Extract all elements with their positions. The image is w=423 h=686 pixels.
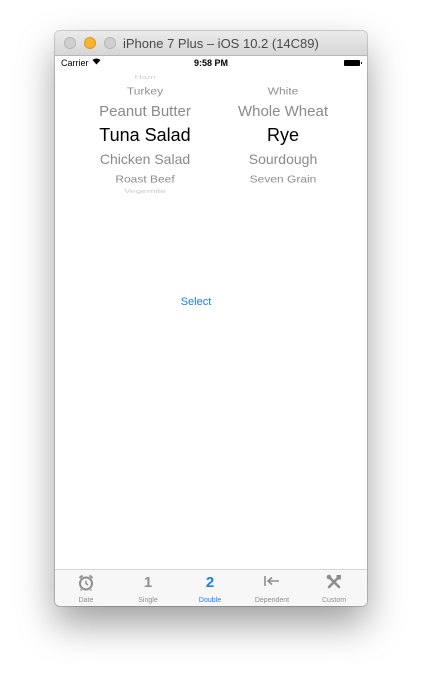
battery-icon xyxy=(344,60,362,66)
select-button[interactable]: Select xyxy=(161,296,231,308)
tab-label: Custom xyxy=(321,597,347,604)
tools-icon xyxy=(303,574,365,595)
tab-dependent[interactable]: Dependent xyxy=(241,570,303,606)
tab-label: Single xyxy=(138,597,158,604)
arrow-left-bar-icon xyxy=(241,574,303,593)
tab-bar: Date 1 Single 2 Double Dependent Custom xyxy=(55,569,367,606)
tab-custom[interactable]: Custom xyxy=(303,570,365,606)
tab-date[interactable]: Date xyxy=(55,570,117,606)
picker-row[interactable]: Whole Wheat xyxy=(213,103,353,120)
window-titlebar: iPhone 7 Plus – iOS 10.2 (14C89) xyxy=(55,31,367,56)
zoom-window-button[interactable] xyxy=(104,37,116,49)
bread-picker-wheel[interactable]: White Whole Wheat Rye Sourdough Seven Gr… xyxy=(213,70,353,200)
tab-double[interactable]: 2 Double xyxy=(179,570,241,606)
picker-row[interactable]: Ham xyxy=(73,74,217,80)
picker-row[interactable]: Chicken Salad xyxy=(73,151,217,167)
picker-row[interactable]: Roast Beef xyxy=(73,173,217,184)
picker-row[interactable]: Seven Grain xyxy=(213,173,353,184)
tab-label: Date xyxy=(78,597,94,604)
picker-row[interactable]: Turkey xyxy=(73,85,217,96)
close-window-button[interactable] xyxy=(64,37,76,49)
number-one-icon: 1 xyxy=(143,574,153,591)
picker-row-selected[interactable]: Tuna Salad xyxy=(73,125,217,146)
tab-single[interactable]: 1 Single xyxy=(117,570,179,606)
alarm-clock-icon xyxy=(55,574,117,596)
picker-row[interactable]: Peanut Butter xyxy=(73,103,217,120)
tab-label: Dependent xyxy=(254,597,290,604)
picker-row[interactable]: Vegemite xyxy=(73,188,217,194)
filling-picker-wheel[interactable]: Ham Turkey Peanut Butter Tuna Salad Chic… xyxy=(73,70,217,200)
ios-status-bar: Carrier 9:58 PM xyxy=(55,56,367,70)
number-two-icon: 2 xyxy=(205,574,215,591)
simulator-window: iPhone 7 Plus – iOS 10.2 (14C89) Carrier… xyxy=(55,31,367,606)
picker-row[interactable]: White xyxy=(213,85,353,96)
picker-row-selected[interactable]: Rye xyxy=(213,125,353,146)
minimize-window-button[interactable] xyxy=(84,37,96,49)
tab-label: Double xyxy=(198,597,222,604)
status-time: 9:58 PM xyxy=(193,58,228,68)
picker-row[interactable]: Sourdough xyxy=(213,151,353,167)
window-title: iPhone 7 Plus – iOS 10.2 (14C89) xyxy=(123,36,319,51)
